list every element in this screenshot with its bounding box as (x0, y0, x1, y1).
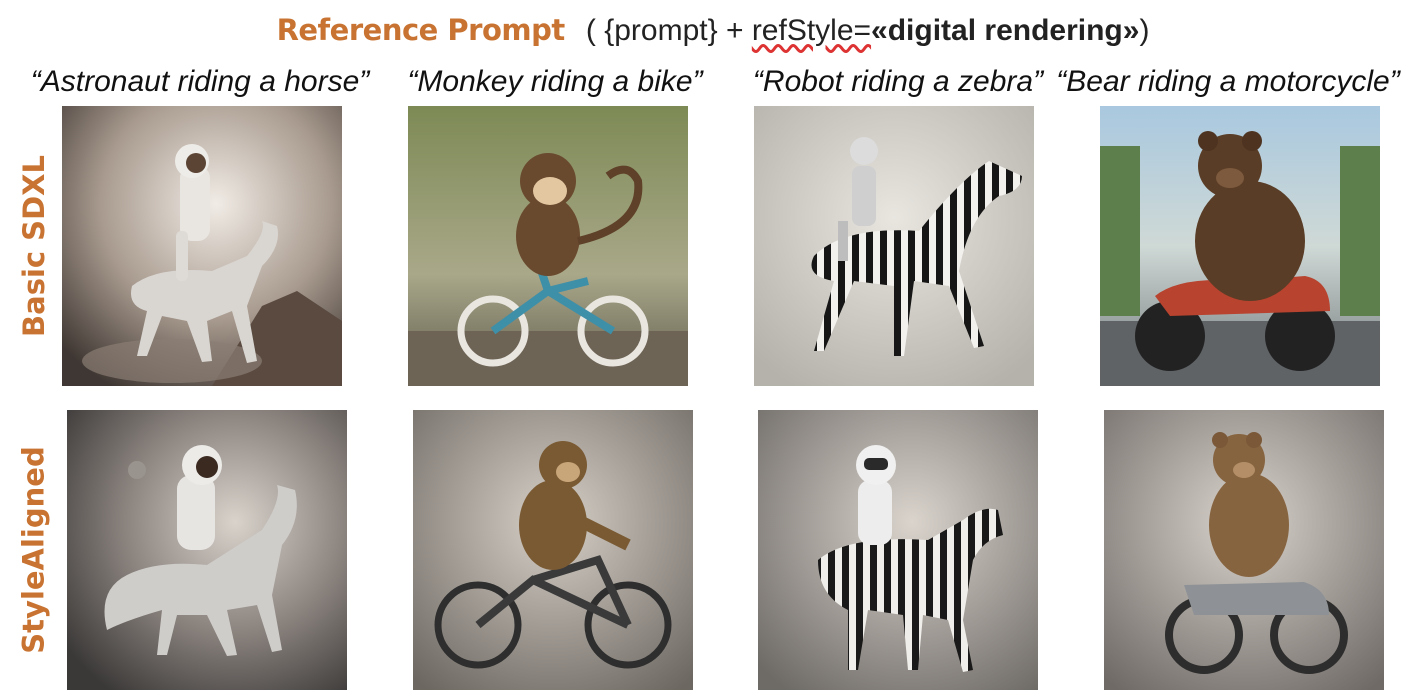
image-basic-robot-zebra (754, 106, 1034, 386)
astronaut-on-horse-image (67, 410, 347, 690)
row-label-basic-sdxl: Basic SDXL (4, 106, 64, 386)
header-formula: ( {prompt} + refStyle=«digital rendering… (569, 14, 1150, 47)
image-basic-astronaut-horse (62, 106, 342, 386)
robot-on-zebra-image (754, 106, 1034, 386)
bear-on-motorcycle-image (1104, 410, 1384, 690)
image-aligned-monkey-motorbike (413, 410, 693, 690)
bear-on-motorcycle-image (1100, 106, 1380, 386)
row-label-text: StyleAligned (17, 446, 52, 654)
image-aligned-bear-motorcycle (1104, 410, 1384, 690)
image-basic-monkey-bike (408, 106, 688, 386)
image-basic-bear-motorcycle (1100, 106, 1380, 386)
image-aligned-robot-zebra (758, 410, 1038, 690)
monkey-on-bike-image (408, 106, 688, 386)
row-label-text: Basic SDXL (17, 155, 51, 337)
header: Reference Prompt ( {prompt} + refStyle=«… (0, 8, 1426, 52)
caption-astronaut: “Astronaut riding a horse” (30, 65, 370, 98)
robot-on-zebra-image (758, 410, 1038, 690)
row-label-stylealigned: StyleAligned (4, 410, 64, 690)
formula-start: ( {prompt} + (585, 14, 752, 47)
formula-end: ) (1139, 14, 1150, 47)
image-aligned-astronaut-horse (67, 410, 347, 690)
astronaut-on-horse-image (62, 106, 342, 386)
caption-monkey: “Monkey riding a bike” (407, 65, 703, 98)
header-title: Reference Prompt (276, 13, 566, 47)
monkey-on-bike-image (413, 410, 693, 690)
caption-bear: “Bear riding a motorcycle” (1056, 65, 1400, 98)
formula-value: «digital rendering» (871, 14, 1140, 47)
formula-key: refStyle= (751, 14, 872, 47)
